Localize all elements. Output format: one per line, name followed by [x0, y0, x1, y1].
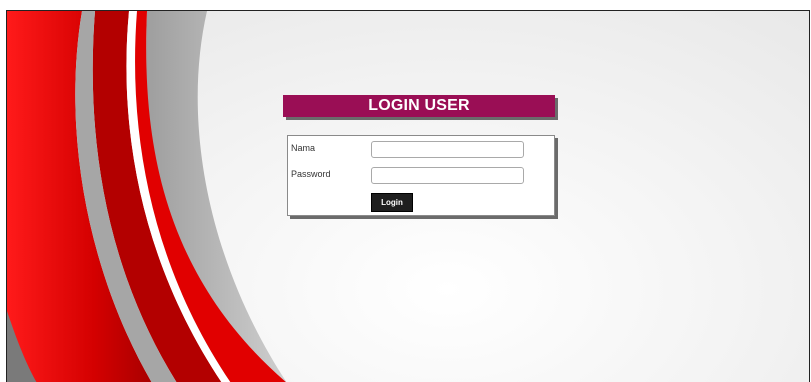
name-input[interactable]	[371, 141, 524, 158]
login-title: LOGIN USER	[368, 97, 470, 114]
name-label: Nama	[291, 143, 316, 153]
password-row: Password	[288, 167, 554, 187]
login-button[interactable]: Login	[371, 193, 413, 212]
password-input[interactable]	[371, 167, 524, 184]
name-row: Nama	[288, 141, 554, 161]
login-form: Nama Password Login	[287, 135, 555, 216]
login-header: LOGIN USER	[283, 95, 555, 117]
page-frame: LOGIN USER Nama Password Login	[6, 10, 810, 382]
password-label: Password	[291, 169, 331, 179]
